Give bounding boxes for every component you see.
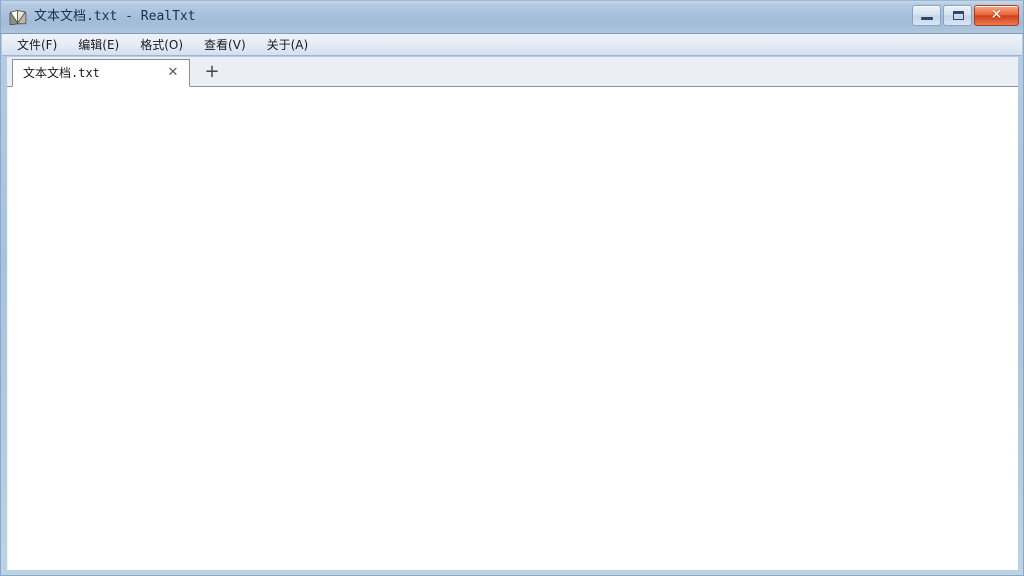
tab-label: 文本文档.txt: [23, 66, 100, 80]
maximize-icon: [953, 11, 964, 20]
title-bar[interactable]: 文本文档.txt - RealTxt ✕: [1, 1, 1023, 34]
title-bar-left: 文本文档.txt - RealTxt: [9, 6, 196, 28]
minimize-icon: [921, 17, 933, 20]
window-title: 文本文档.txt - RealTxt: [34, 9, 196, 24]
text-editor-area[interactable]: [7, 87, 1018, 570]
maximize-button[interactable]: [943, 5, 972, 26]
minimize-button[interactable]: [912, 5, 941, 26]
menu-item-format[interactable]: 格式(O): [138, 36, 185, 54]
menu-item-view[interactable]: 查看(V): [202, 36, 248, 54]
new-tab-button[interactable]: +: [201, 61, 223, 83]
notepad-book-icon: [9, 8, 27, 26]
close-button[interactable]: ✕: [974, 5, 1019, 26]
menu-item-about[interactable]: 关于(A): [265, 36, 311, 54]
application-window: 文本文档.txt - RealTxt ✕ 文件(F) 编辑(E) 格式(O) 查…: [0, 0, 1024, 576]
menu-bar: 文件(F) 编辑(E) 格式(O) 查看(V) 关于(A): [2, 34, 1022, 56]
editor-content[interactable]: [8, 87, 1018, 89]
close-icon: ✕: [990, 7, 1003, 23]
menu-item-edit[interactable]: 编辑(E): [76, 36, 121, 54]
tab-strip: 文本文档.txt ✕ +: [7, 57, 1018, 87]
window-controls: ✕: [912, 5, 1019, 26]
tab-item-active[interactable]: 文本文档.txt ✕: [12, 59, 190, 87]
tab-close-icon[interactable]: ✕: [166, 66, 180, 80]
menu-item-file[interactable]: 文件(F): [15, 36, 59, 54]
